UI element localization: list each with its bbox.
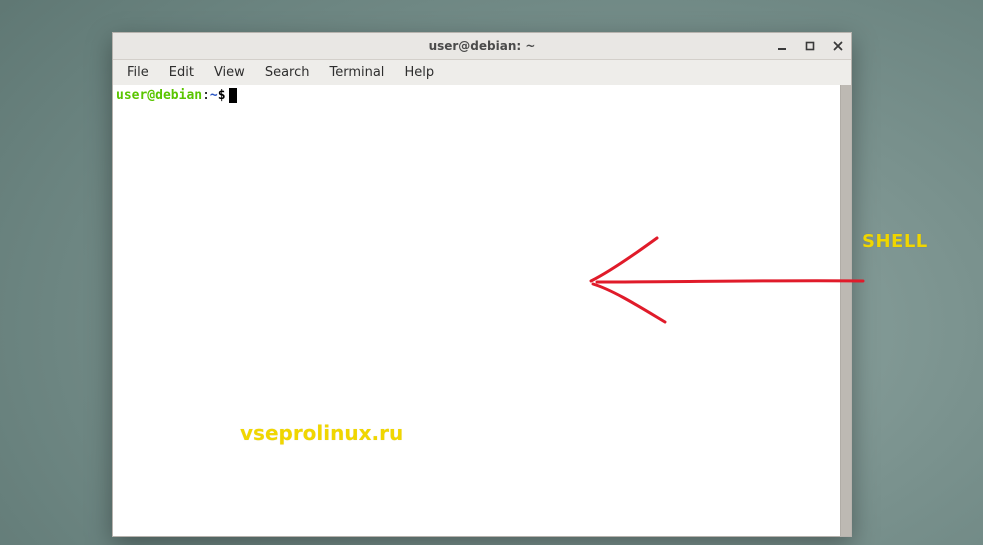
desktop-background: user@debian: ~ File Edit View Search Ter… [0, 0, 983, 545]
menubar: File Edit View Search Terminal Help [113, 60, 851, 85]
window-titlebar[interactable]: user@debian: ~ [113, 33, 851, 60]
terminal-window: user@debian: ~ File Edit View Search Ter… [112, 32, 852, 537]
vertical-scrollbar[interactable] [840, 85, 851, 536]
watermark-text: vseprolinux.ru [240, 421, 403, 445]
menu-edit[interactable]: Edit [161, 63, 202, 82]
maximize-button[interactable] [803, 39, 817, 53]
menu-search[interactable]: Search [257, 63, 318, 82]
menu-help[interactable]: Help [396, 63, 442, 82]
menu-file[interactable]: File [119, 63, 157, 82]
prompt-path: ~ [210, 88, 218, 103]
prompt-symbol: $ [218, 88, 226, 103]
terminal-body-wrap: user@debian:~$ [113, 85, 851, 536]
menu-view[interactable]: View [206, 63, 253, 82]
close-button[interactable] [831, 39, 845, 53]
window-title: user@debian: ~ [113, 39, 851, 53]
prompt-separator: : [202, 88, 210, 103]
annotation-label: SHELL [862, 231, 928, 252]
terminal-cursor [229, 88, 237, 103]
minimize-button[interactable] [775, 39, 789, 53]
prompt-user-host: user@debian [116, 88, 202, 103]
terminal-area[interactable]: user@debian:~$ [113, 85, 840, 536]
window-controls [775, 33, 845, 59]
menu-terminal[interactable]: Terminal [321, 63, 392, 82]
